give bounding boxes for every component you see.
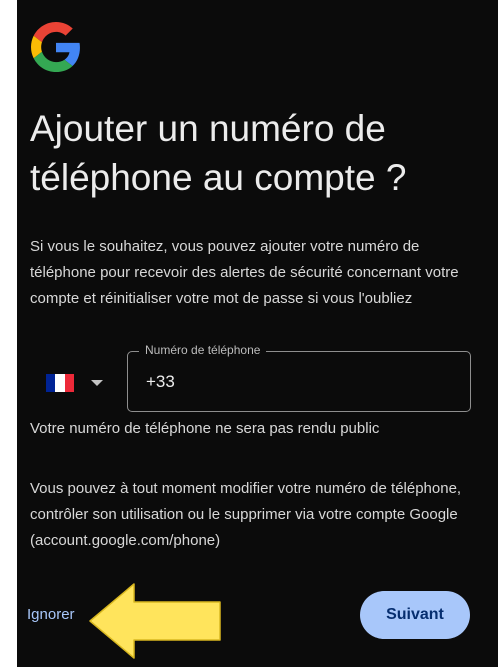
manage-phone-note: Vous pouvez à tout moment modifier votre… xyxy=(30,480,462,549)
caret-down-icon xyxy=(91,380,103,386)
phone-number-input[interactable] xyxy=(146,370,446,394)
phone-number-field-label: Numéro de téléphone xyxy=(139,342,267,358)
phone-number-field: Numéro de téléphone xyxy=(127,342,471,412)
france-flag-icon xyxy=(46,374,74,392)
page-title: Ajouter un numéro de téléphone au compte… xyxy=(30,108,407,198)
google-phone-setup-screen: Ajouter un numéro de téléphone au compte… xyxy=(17,0,498,667)
page-description: Si vous le souhaitez, vous pouvez ajoute… xyxy=(30,238,459,307)
next-button[interactable]: Suivant xyxy=(360,591,470,639)
google-g-icon xyxy=(31,22,80,72)
left-arrow-icon xyxy=(89,583,221,659)
privacy-note: Votre numéro de téléphone ne sera pas re… xyxy=(30,420,380,437)
skip-button[interactable]: Ignorer xyxy=(27,604,75,626)
country-code-selector[interactable] xyxy=(46,369,110,397)
